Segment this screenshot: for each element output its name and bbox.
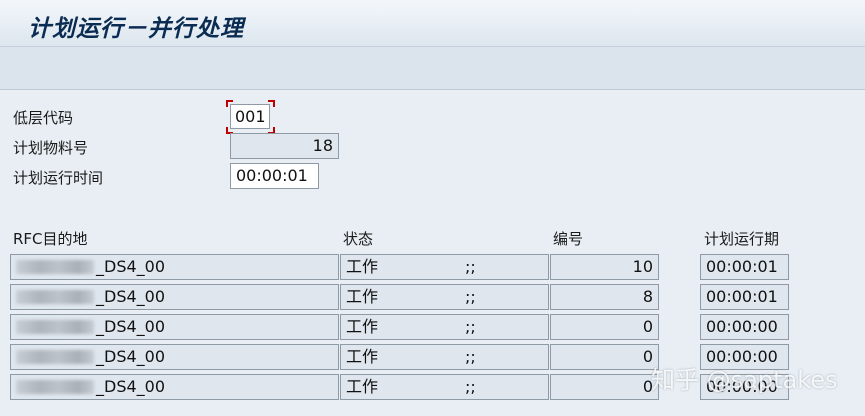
title-bar: 计划运行－并行处理 [0, 0, 865, 47]
status-cell[interactable]: 工作;; [340, 284, 549, 310]
runtime-cell[interactable]: 00:00:00 [700, 374, 789, 400]
status-mark: ;; [465, 347, 476, 366]
runtime-label: 计划运行时间 [13, 169, 104, 187]
status-mark: ;; [465, 377, 476, 396]
rfc-destination-cell[interactable]: _DS4_00 [10, 374, 339, 400]
low-level-code-field[interactable]: 001 [230, 104, 270, 129]
rfc-destination-cell[interactable]: _DS4_00 [10, 284, 339, 310]
page-title: 计划运行－并行处理 [28, 16, 244, 42]
rfc-destination-cell[interactable]: _DS4_00 [10, 344, 339, 370]
runtime-cell[interactable]: 00:00:01 [700, 284, 789, 310]
focus-marker [268, 100, 275, 107]
number-cell[interactable]: 0 [550, 374, 659, 400]
redacted-host [16, 290, 94, 304]
number-header: 编号 [553, 230, 584, 248]
status-mark: ;; [465, 317, 476, 336]
runtime-header: 计划运行期 [704, 230, 780, 248]
redacted-host [16, 320, 94, 334]
number-cell[interactable]: 0 [550, 314, 659, 340]
runtime-cell[interactable]: 00:00:00 [700, 314, 789, 340]
planned-materials-field[interactable]: 18 [230, 133, 339, 159]
rfc-destination-cell[interactable]: _DS4_00 [10, 314, 339, 340]
status-header: 状态 [343, 230, 374, 248]
number-cell[interactable]: 10 [550, 254, 659, 280]
status-cell[interactable]: 工作;; [340, 344, 549, 370]
redacted-host [16, 350, 94, 364]
status-cell[interactable]: 工作;; [340, 374, 549, 400]
redacted-host [16, 380, 94, 394]
runtime-cell[interactable]: 00:00:00 [700, 344, 789, 370]
status-mark: ;; [465, 287, 476, 306]
status-mark: ;; [465, 257, 476, 276]
focus-marker [226, 100, 233, 107]
rfc-destination-cell[interactable]: _DS4_00 [10, 254, 339, 280]
low-level-code-label: 低层代码 [13, 109, 74, 127]
rfc-destination-header: RFC目的地 [13, 230, 88, 248]
number-cell[interactable]: 8 [550, 284, 659, 310]
runtime-field[interactable]: 00:00:01 [230, 163, 319, 189]
low-level-code-value: 001 [235, 107, 266, 126]
planned-materials-label: 计划物料号 [13, 139, 89, 157]
status-cell[interactable]: 工作;; [340, 254, 549, 280]
redacted-host [16, 260, 94, 274]
status-cell[interactable]: 工作;; [340, 314, 549, 340]
runtime-cell[interactable]: 00:00:01 [700, 254, 789, 280]
application-toolbar [0, 47, 865, 90]
number-cell[interactable]: 0 [550, 344, 659, 370]
